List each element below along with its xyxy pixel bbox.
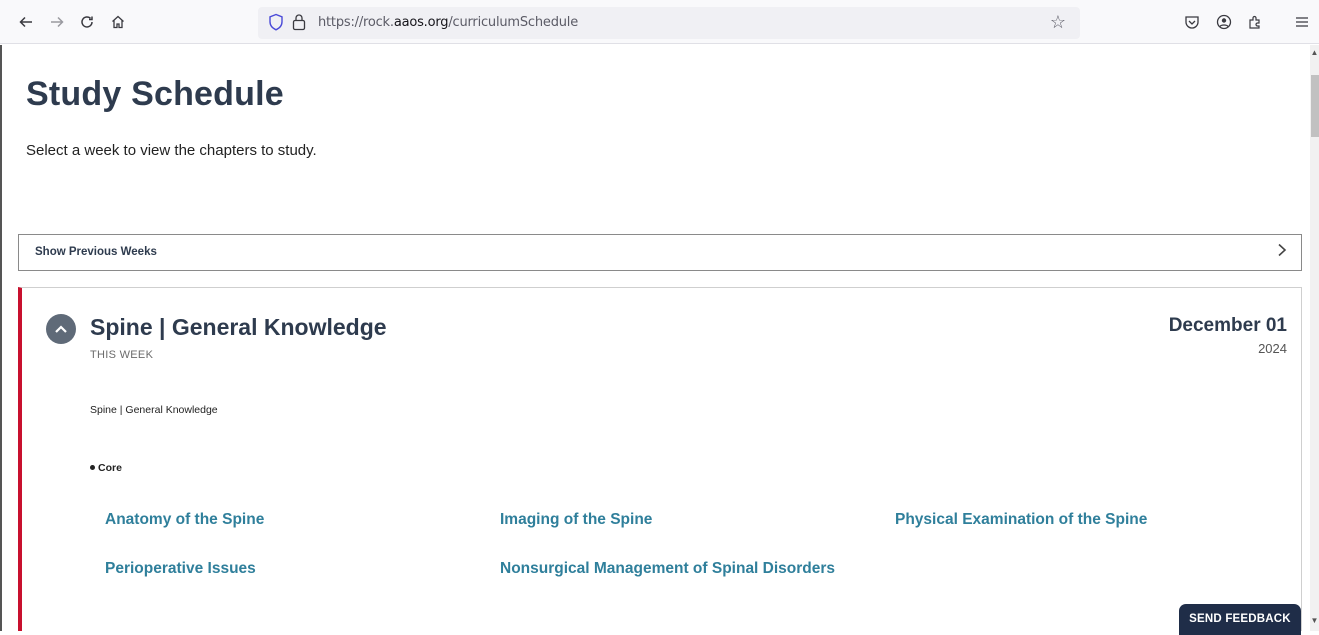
- scrollbar-thumb[interactable]: [1311, 75, 1319, 137]
- account-icon[interactable]: [1212, 10, 1236, 34]
- chevron-right-icon: [1277, 242, 1287, 263]
- home-icon[interactable]: [106, 10, 130, 34]
- page-content: Study Schedule Select a week to view the…: [0, 45, 1310, 631]
- collapse-toggle[interactable]: [46, 314, 76, 344]
- page-subtitle: Select a week to view the chapters to st…: [26, 142, 317, 159]
- week-date: December 01: [1168, 315, 1287, 336]
- scroll-up-icon[interactable]: ▲: [1310, 48, 1319, 58]
- forward-icon[interactable]: [45, 10, 69, 34]
- bookmark-star-icon[interactable]: ☆: [1050, 12, 1066, 33]
- chapter-link[interactable]: Physical Examination of the Spine: [895, 511, 1147, 529]
- back-icon[interactable]: [14, 10, 38, 34]
- send-feedback-button[interactable]: SEND FEEDBACK: [1179, 604, 1301, 635]
- week-tag: THIS WEEK: [90, 349, 154, 361]
- scroll-down-icon[interactable]: ▼: [1310, 616, 1319, 626]
- week-card: Spine | General Knowledge THIS WEEK Dece…: [18, 287, 1302, 631]
- week-year: 2024: [1258, 341, 1287, 356]
- show-previous-weeks-label: Show Previous Weeks: [35, 246, 157, 258]
- lock-icon[interactable]: [292, 13, 306, 36]
- reload-icon[interactable]: [75, 10, 99, 34]
- url-bar[interactable]: https://rock.aaos.org/curriculumSchedule…: [258, 7, 1080, 39]
- bullet-icon: [90, 464, 95, 470]
- url-text[interactable]: https://rock.aaos.org/curriculumSchedule: [318, 15, 578, 30]
- extensions-icon[interactable]: [1243, 10, 1267, 34]
- browser-toolbar: https://rock.aaos.org/curriculumSchedule…: [0, 0, 1319, 44]
- week-title: Spine | General Knowledge: [90, 314, 387, 340]
- page-title: Study Schedule: [26, 75, 284, 113]
- chapter-link[interactable]: Nonsurgical Management of Spinal Disorde…: [500, 560, 835, 578]
- chapter-link[interactable]: Anatomy of the Spine: [105, 511, 264, 529]
- chapter-link[interactable]: Imaging of the Spine: [500, 511, 652, 529]
- chapter-link[interactable]: Perioperative Issues: [105, 560, 256, 578]
- pocket-icon[interactable]: [1180, 10, 1204, 34]
- week-description: Spine | General Knowledge: [90, 404, 218, 416]
- chevron-up-icon: [55, 325, 67, 333]
- shield-icon[interactable]: [268, 13, 284, 36]
- section-heading: Core: [90, 462, 122, 474]
- section-label: Core: [98, 462, 122, 474]
- show-previous-weeks-button[interactable]: Show Previous Weeks: [18, 234, 1302, 271]
- menu-icon[interactable]: [1290, 10, 1314, 34]
